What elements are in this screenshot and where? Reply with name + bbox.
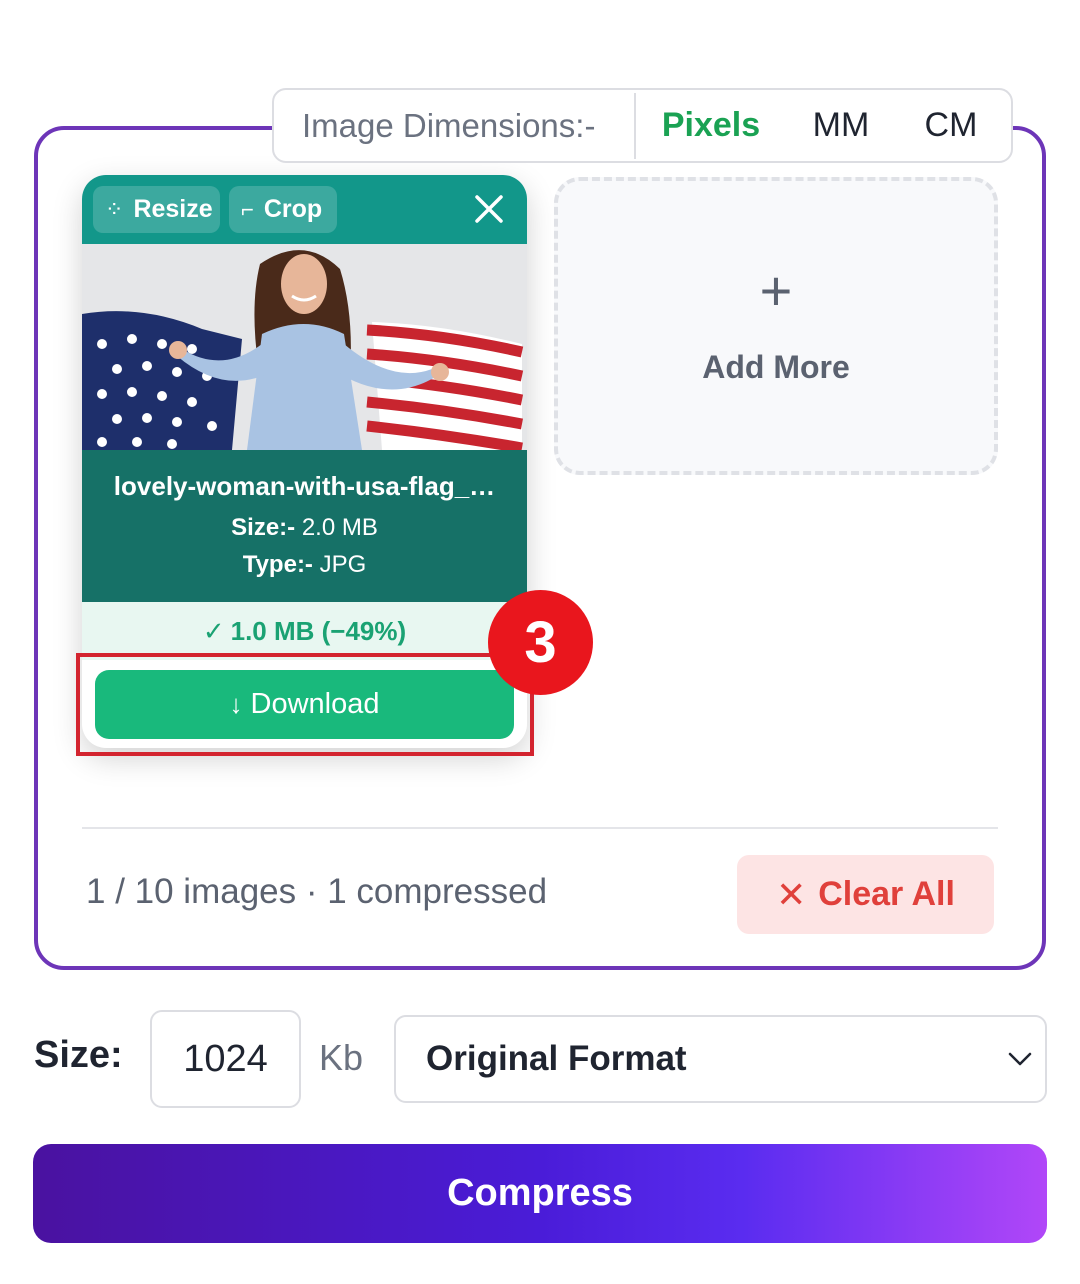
compression-result: ✓ 1.0 MB (−49%) xyxy=(82,602,527,660)
image-dimensions-label: Image Dimensions:- xyxy=(274,92,636,159)
unit-pixels-tab[interactable]: Pixels xyxy=(636,90,786,161)
size-input[interactable] xyxy=(150,1010,301,1108)
size-value: 2.0 MB xyxy=(301,514,378,541)
chevron-down-icon xyxy=(1008,1052,1032,1066)
size-label: Size: xyxy=(34,1034,123,1076)
type-key: Type:- xyxy=(242,551,313,578)
crop-button[interactable]: ⌐ Crop xyxy=(229,186,337,233)
close-icon[interactable] xyxy=(473,193,505,225)
card-header: ⁘ Resize ⌐ Crop xyxy=(82,175,527,244)
plus-icon: + xyxy=(759,259,793,322)
clear-all-button[interactable]: ✕ Clear All xyxy=(737,855,994,934)
image-dimensions-selector: Image Dimensions:- Pixels MM CM xyxy=(272,88,1013,163)
unit-mm-tab[interactable]: MM xyxy=(786,90,896,161)
type-value: JPG xyxy=(319,551,367,578)
clear-all-label: Clear All xyxy=(818,875,955,913)
file-type: Type:- JPG xyxy=(82,551,527,579)
step-badge: 3 xyxy=(488,590,593,695)
image-thumbnail xyxy=(82,244,527,450)
crop-icon: ⌐ xyxy=(241,196,254,222)
image-count: 1 / 10 images · 1 compressed xyxy=(86,872,548,911)
crop-label: Crop xyxy=(263,195,323,223)
resize-button[interactable]: ⁘ Resize xyxy=(93,186,220,233)
check-icon: ✓ xyxy=(202,615,225,646)
result-text: 1.0 MB (−49%) xyxy=(230,615,407,646)
compress-button[interactable]: Compress xyxy=(33,1144,1047,1243)
format-value: Original Format xyxy=(426,1039,687,1078)
image-info: lovely-woman-with-usa-flag_… Size:- 2.0 … xyxy=(82,450,527,602)
file-name: lovely-woman-with-usa-flag_… xyxy=(113,471,496,501)
file-size: Size:- 2.0 MB xyxy=(82,514,527,542)
unit-cm-tab[interactable]: CM xyxy=(896,90,1006,161)
close-icon: ✕ xyxy=(776,873,807,915)
size-unit-label: Kb xyxy=(319,1037,364,1078)
format-select[interactable]: Original Format xyxy=(394,1015,1047,1103)
resize-icon: ⁘ xyxy=(105,196,124,222)
divider xyxy=(82,827,998,829)
add-more-label: Add More xyxy=(702,349,850,385)
size-key: Size:- xyxy=(231,514,296,541)
highlight-box xyxy=(76,653,534,756)
add-more-button[interactable]: + Add More xyxy=(554,177,998,475)
compressor-page: Image Dimensions:- Pixels MM CM ⁘ Resize… xyxy=(0,0,1080,1284)
resize-label: Resize xyxy=(133,195,213,223)
